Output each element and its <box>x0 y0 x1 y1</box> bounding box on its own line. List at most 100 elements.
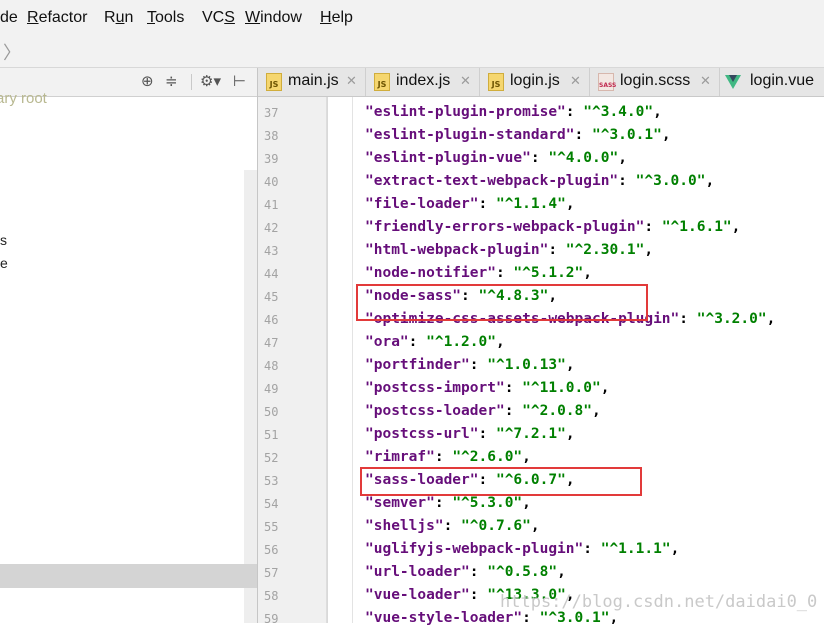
menu-bar: de Refactor Run Tools VCS Window Help <box>0 0 824 37</box>
editor-tab-bar: JS main.js ✕ JS index.js ✕ JS login.js ✕… <box>258 68 824 97</box>
line-number: 43 <box>264 244 279 258</box>
menu-help[interactable]: Help <box>320 9 353 27</box>
js-file-icon: JS <box>488 73 504 91</box>
code-line[interactable]: "rimraf": "^2.6.0", <box>365 449 531 465</box>
line-number: 50 <box>264 405 279 419</box>
code-line[interactable]: "postcss-url": "^7.2.1", <box>365 426 575 442</box>
json-key: "node-notifier" <box>365 265 496 281</box>
tree-item-partial[interactable]: s <box>0 232 7 248</box>
json-key: "file-loader" <box>365 196 479 212</box>
line-number: 37 <box>264 106 279 120</box>
close-icon[interactable]: ✕ <box>460 74 471 89</box>
menu-window[interactable]: Window <box>245 9 302 27</box>
code-line[interactable]: "eslint-plugin-standard": "^3.0.1", <box>365 127 671 143</box>
json-key: "postcss-import" <box>365 380 505 396</box>
gear-icon[interactable]: ⚙▾ <box>200 72 221 90</box>
line-number: 53 <box>264 474 279 488</box>
line-number: 55 <box>264 520 279 534</box>
target-icon[interactable]: ⊕ <box>141 72 154 90</box>
json-value: "^7.2.1" <box>495 426 566 442</box>
code-line[interactable]: "node-notifier": "^5.1.2", <box>365 265 592 281</box>
menu-refactor[interactable]: Refactor <box>27 9 87 27</box>
json-value: "^2.6.0" <box>452 449 523 465</box>
tab-label: login.scss <box>620 72 691 89</box>
tree-root-label[interactable]: ary root <box>0 90 47 107</box>
tab-login-scss[interactable]: SASS login.scss ✕ <box>590 68 720 96</box>
json-key: "url-loader" <box>365 564 470 580</box>
close-icon[interactable]: ✕ <box>570 74 581 89</box>
json-value: "^2.0.8" <box>522 403 592 419</box>
line-number: 52 <box>264 451 279 465</box>
tab-main-js[interactable]: JS main.js ✕ <box>258 68 366 96</box>
code-line[interactable]: "friendly-errors-webpack-plugin": "^1.6.… <box>365 219 740 235</box>
json-value: "^5.1.2" <box>513 265 584 281</box>
json-value: "^0.5.8" <box>487 564 558 580</box>
code-line[interactable]: "uglifyjs-webpack-plugin": "^1.1.1", <box>365 541 679 557</box>
tree-scrollbar[interactable] <box>244 170 257 623</box>
json-key: "vue-loader" <box>365 587 470 603</box>
tree-item-partial[interactable]: e <box>0 255 8 271</box>
line-number: 59 <box>264 612 279 626</box>
json-key: "html-webpack-plugin" <box>365 242 549 258</box>
tab-label: login.js <box>510 72 560 89</box>
code-line[interactable]: "url-loader": "^0.5.8", <box>365 564 566 580</box>
line-number: 57 <box>264 566 279 580</box>
js-file-icon: JS <box>374 73 390 91</box>
code-line[interactable]: "vue-style-loader": "^3.0.1", <box>365 610 618 626</box>
tab-label: index.js <box>396 72 451 89</box>
code-line[interactable]: "portfinder": "^1.0.13", <box>365 357 575 373</box>
json-value: "^1.0.13" <box>487 357 566 373</box>
json-key: "shelljs" <box>365 518 444 534</box>
code-line[interactable]: "postcss-loader": "^2.0.8", <box>365 403 601 419</box>
menu-code[interactable]: de <box>0 9 18 27</box>
menu-vcs[interactable]: VCS <box>202 9 235 27</box>
close-icon[interactable]: ✕ <box>346 74 357 89</box>
line-number: 44 <box>264 267 279 281</box>
collapse-icon[interactable]: ≑ <box>165 72 178 90</box>
json-value: "^0.7.6" <box>461 518 531 534</box>
tab-login-vue[interactable]: login.vue <box>720 68 824 96</box>
code-line[interactable]: "extract-text-webpack-plugin": "^3.0.0", <box>365 173 714 189</box>
code-line[interactable]: "file-loader": "^1.1.4", <box>365 196 575 212</box>
fold-guide <box>327 97 328 623</box>
line-number: 40 <box>264 175 279 189</box>
line-number: 58 <box>264 589 279 603</box>
line-number: 54 <box>264 497 279 511</box>
json-value: "^3.0.1" <box>591 127 662 143</box>
navigation-bar: 〉 <box>0 37 824 68</box>
code-line[interactable]: "semver": "^5.3.0", <box>365 495 531 511</box>
menu-tools[interactable]: Tools <box>147 9 184 27</box>
line-number: 42 <box>264 221 279 235</box>
highlight-box-node-sass <box>356 284 648 321</box>
close-icon[interactable]: ✕ <box>700 74 711 89</box>
project-tree: ary root s e <box>0 90 257 623</box>
code-line[interactable]: "eslint-plugin-vue": "^4.0.0", <box>365 150 627 166</box>
json-key: "vue-style-loader" <box>365 610 523 626</box>
line-number: 41 <box>264 198 279 212</box>
json-value: "^3.2.0" <box>696 311 767 327</box>
tab-index-js[interactable]: JS index.js ✕ <box>366 68 480 96</box>
json-value: "^1.1.4" <box>495 196 566 212</box>
tab-login-js[interactable]: JS login.js ✕ <box>480 68 590 96</box>
json-value: "^1.1.1" <box>600 541 671 557</box>
code-line[interactable]: "html-webpack-plugin": "^2.30.1", <box>365 242 653 258</box>
breadcrumb-chevron-icon[interactable]: 〉 <box>3 39 21 65</box>
code-line[interactable]: "ora": "^1.2.0", <box>365 334 505 350</box>
code-line[interactable]: "eslint-plugin-promise": "^3.4.0", <box>365 104 662 120</box>
tree-selected-row[interactable] <box>0 564 257 588</box>
sass-file-icon: SASS <box>598 73 616 91</box>
menu-run[interactable]: Run <box>104 9 133 27</box>
json-key: "postcss-loader" <box>365 403 505 419</box>
hide-panel-icon[interactable]: ⊢ <box>233 72 246 90</box>
json-value: "^1.2.0" <box>426 334 496 350</box>
json-key: "portfinder" <box>365 357 470 373</box>
json-key: "friendly-errors-webpack-plugin" <box>365 219 645 235</box>
json-key: "eslint-plugin-vue" <box>365 150 531 166</box>
line-number: 38 <box>264 129 279 143</box>
code-line[interactable]: "postcss-import": "^11.0.0", <box>365 380 609 396</box>
json-value: "^11.0.0" <box>522 380 601 396</box>
vue-file-icon <box>725 75 741 89</box>
json-value: "^3.4.0" <box>583 104 654 120</box>
json-key: "extract-text-webpack-plugin" <box>365 173 619 189</box>
code-line[interactable]: "shelljs": "^0.7.6", <box>365 518 540 534</box>
